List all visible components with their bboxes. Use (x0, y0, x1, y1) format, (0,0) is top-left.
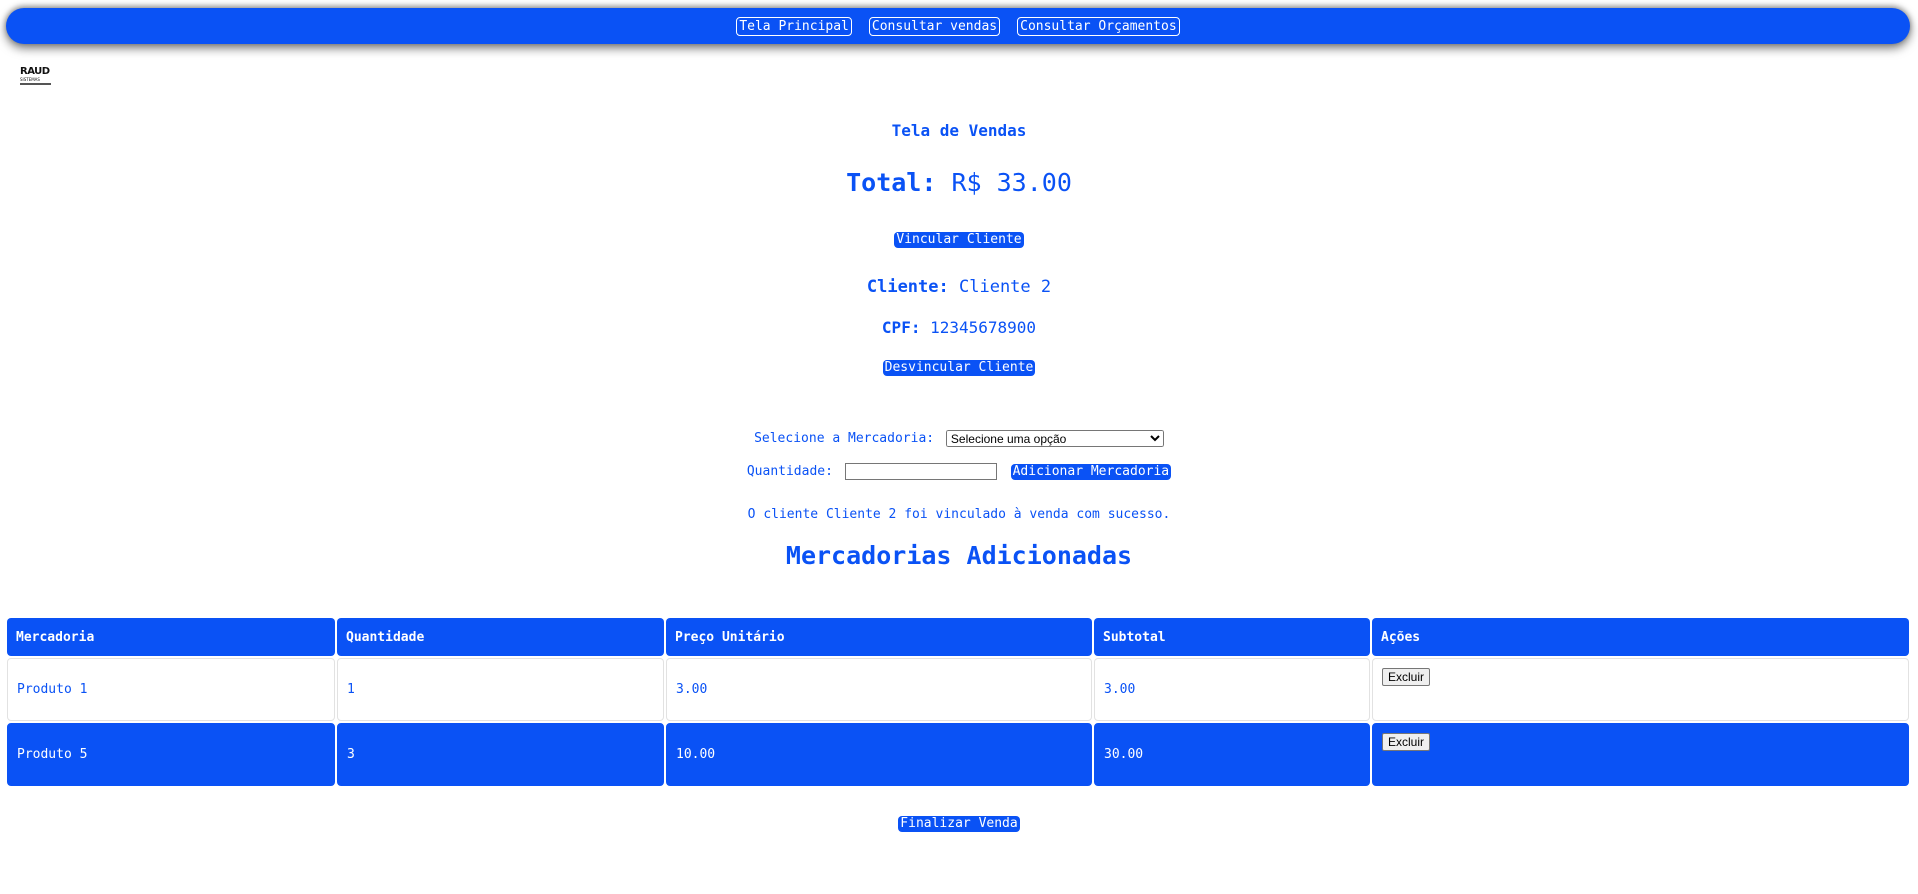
client-label: Cliente: (866, 277, 949, 297)
column-header-quantidade: Quantidade (337, 618, 664, 656)
added-section-title: Mercadorias Adicionadas (785, 541, 1133, 570)
table-row: Produto 1 1 3.00 3.00 Excluir (7, 658, 1909, 721)
total-label: Total: (846, 168, 937, 197)
table-row: Produto 5 3 10.00 30.00 Excluir (7, 723, 1909, 786)
sale-total: Total: R$ 33.00 (0, 168, 1918, 197)
cell-subtotal: 30.00 (1094, 723, 1370, 786)
nav-tela-principal-button[interactable]: Tela Principal (736, 16, 852, 36)
quantity-input[interactable] (844, 463, 997, 480)
client-value: Cliente 2 (959, 277, 1052, 297)
unlink-client-row: Desvincular Cliente (0, 356, 1918, 376)
column-header-mercadoria: Mercadoria (7, 618, 335, 656)
merchandise-table: Mercadoria Quantidade Preço Unitário Sub… (5, 616, 1911, 788)
link-client-button[interactable]: Vincular Cliente (894, 232, 1024, 248)
column-header-subtotal: Subtotal (1094, 618, 1370, 656)
cell-quantidade: 1 (337, 658, 664, 721)
cell-mercadoria: Produto 1 (7, 658, 335, 721)
cell-preco: 10.00 (666, 723, 1092, 786)
quantity-row: Quantidade: Adicionar Mercadoria (0, 463, 1918, 480)
add-merchandise-button[interactable]: Adicionar Mercadoria (1010, 464, 1172, 480)
unlink-client-button[interactable]: Desvincular Cliente (882, 360, 1036, 376)
merchandise-select[interactable]: Selecione uma opção (945, 430, 1164, 447)
cell-subtotal: 3.00 (1094, 658, 1370, 721)
cpf-info: CPF: 12345678900 (0, 318, 1918, 337)
raud-logo: RAUD SISTEMAS (20, 67, 53, 88)
delete-button[interactable]: Excluir (1382, 668, 1431, 686)
logo-subtitle: SISTEMAS (20, 77, 40, 82)
finish-row: Finalizar Venda (0, 812, 1918, 832)
status-message: O cliente Cliente 2 foi vinculado à vend… (747, 507, 1171, 522)
cell-acoes: Excluir (1372, 658, 1909, 721)
nav-consultar-vendas-button[interactable]: Consultar vendas (868, 16, 1001, 36)
column-header-preco-unitario: Preço Unitário (666, 618, 1092, 656)
cell-acoes: Excluir (1372, 723, 1909, 786)
cell-preco: 3.00 (666, 658, 1092, 721)
column-header-acoes: Ações (1372, 618, 1909, 656)
cell-mercadoria: Produto 5 (7, 723, 335, 786)
top-navbar: Tela Principal Consultar vendas Consulta… (6, 8, 1910, 44)
page-title: Tela de Vendas (891, 121, 1027, 140)
total-value: R$ 33.00 (951, 168, 1072, 197)
merchandise-label: Selecione a Mercadoria: (754, 431, 935, 446)
link-client-row: Vincular Cliente (0, 228, 1918, 248)
logo-underline (20, 83, 51, 85)
nav-consultar-orcamentos-button[interactable]: Consultar Orçamentos (1017, 16, 1180, 36)
table-header-row: Mercadoria Quantidade Preço Unitário Sub… (7, 618, 1909, 656)
cpf-label: CPF: (881, 318, 921, 337)
quantity-label: Quantidade: (746, 464, 833, 479)
merchandise-row: Selecione a Mercadoria: Selecione uma op… (0, 430, 1918, 447)
logo-name: RAUD (20, 66, 50, 77)
cpf-value: 12345678900 (930, 318, 1037, 337)
delete-button[interactable]: Excluir (1382, 733, 1431, 751)
finish-sale-button[interactable]: Finalizar Venda (898, 816, 1020, 832)
cell-quantidade: 3 (337, 723, 664, 786)
client-info: Cliente: Cliente 2 (0, 277, 1918, 297)
